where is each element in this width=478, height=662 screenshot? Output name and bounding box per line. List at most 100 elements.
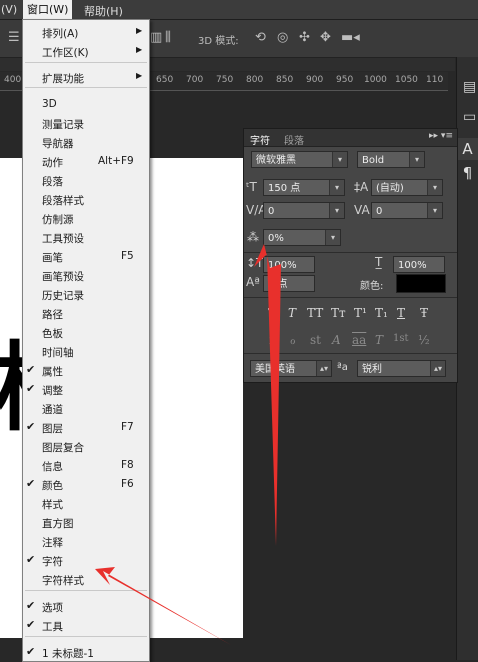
menu-item[interactable]: 仿制源 xyxy=(23,209,149,228)
menu-item[interactable]: 时间轴 xyxy=(23,342,149,361)
menu-item[interactable]: 画笔 F5 xyxy=(23,247,149,266)
menu-item[interactable]: ✔ 工具 xyxy=(23,616,149,635)
chevron-down-icon: ▾ xyxy=(325,230,340,245)
vertical-scale-field[interactable]: 100% xyxy=(263,256,315,273)
history-dock-icon[interactable]: ▭ xyxy=(463,109,476,125)
submenu-arrow-icon: ▶ xyxy=(136,45,143,54)
kerning-field[interactable]: 0 ▾ xyxy=(263,202,345,219)
menu-item[interactable]: 画笔预设 xyxy=(23,266,149,285)
color-swatch[interactable] xyxy=(396,274,446,293)
menu-item[interactable]: ✔ 图层 F7 xyxy=(23,418,149,437)
menu-bar: (V) 窗口(W) 帮助(H) xyxy=(0,0,478,20)
superscript-button[interactable]: T¹ xyxy=(354,306,367,320)
menu-separator xyxy=(25,590,147,591)
menu-item[interactable]: 历史记录 xyxy=(23,285,149,304)
tab-paragraph[interactable]: 段落 xyxy=(284,132,304,147)
menu-item[interactable]: 路径 xyxy=(23,304,149,323)
menu-item[interactable]: 信息 F8 xyxy=(23,456,149,475)
submenu-arrow-icon: ▶ xyxy=(136,71,143,80)
3d-slide-icon[interactable]: ✥ xyxy=(320,30,331,45)
small-caps-button[interactable]: Tт xyxy=(331,306,346,320)
menu-item[interactable]: 动作 Alt+F9 xyxy=(23,152,149,171)
menu-item[interactable]: 工作区(K) ▶ xyxy=(23,42,149,61)
faux-bold-button[interactable]: T xyxy=(268,306,276,320)
ligature-button[interactable]: fi xyxy=(269,333,277,347)
titling-alternates-button[interactable]: T xyxy=(375,333,383,347)
menu-item-shortcut: F6 xyxy=(121,478,134,490)
menu-item[interactable]: 样式 xyxy=(23,494,149,513)
divider xyxy=(244,353,457,354)
fractions-button[interactable]: ½ xyxy=(418,333,430,347)
distribute-icon[interactable]: ⫼ xyxy=(165,30,171,45)
menu-item[interactable]: ✔ 属性 xyxy=(23,361,149,380)
menu-item[interactable]: 字符样式 xyxy=(23,570,149,589)
horizontal-scale-field[interactable]: 100% xyxy=(393,256,445,273)
strikethrough-button[interactable]: Ŧ xyxy=(420,306,428,320)
menu-item[interactable]: 图层复合 xyxy=(23,437,149,456)
align-icon[interactable]: ▥ xyxy=(150,30,162,45)
3d-roll-icon[interactable]: ◎ xyxy=(277,30,288,45)
menu-item-label: 字符样式 xyxy=(42,575,84,587)
subscript-button[interactable]: T₁ xyxy=(375,306,388,320)
stylistic-alternates-button[interactable]: aa xyxy=(352,333,366,347)
panel-menu-icon[interactable]: ▸▸ ▾≡ xyxy=(429,131,453,141)
menu-item[interactable]: ✔ 1 未标题-1 xyxy=(23,643,149,662)
language-select[interactable]: 美国英语 ▴▾ xyxy=(250,360,332,377)
swash-button[interactable]: A xyxy=(332,333,341,347)
menu-item[interactable]: 直方图 xyxy=(23,513,149,532)
menu-item[interactable]: 测量记录 xyxy=(23,114,149,133)
menu-item[interactable]: 通道 xyxy=(23,399,149,418)
paragraph-dock-icon[interactable]: ¶ xyxy=(457,162,478,184)
menu-item[interactable]: 3D xyxy=(23,95,149,114)
tracking-field[interactable]: 0 ▾ xyxy=(371,202,443,219)
underline-button[interactable]: T xyxy=(397,306,405,320)
tsume-field[interactable]: 0% ▾ xyxy=(263,229,341,246)
ordinals-button[interactable]: 1st xyxy=(393,333,409,344)
menu-item[interactable]: 导航器 xyxy=(23,133,149,152)
menu-item[interactable]: ✔ 字符 xyxy=(23,551,149,570)
3d-scale-icon[interactable]: ▬◂ xyxy=(341,30,360,45)
layers-dock-icon[interactable]: ▤ xyxy=(463,79,476,95)
font-style-select[interactable]: Bold ▾ xyxy=(357,151,425,168)
ruler-tick: 700 xyxy=(186,75,204,85)
discretionary-ligature-button[interactable]: st xyxy=(310,333,321,347)
antialias-select[interactable]: 锐利 ▴▾ xyxy=(357,360,446,377)
divider xyxy=(244,297,457,298)
checkmark-icon: ✔ xyxy=(26,599,36,612)
ruler-tick: 900 xyxy=(306,75,324,85)
menu-item[interactable]: 排列(A) ▶ xyxy=(23,23,149,42)
menu-item[interactable]: 段落样式 xyxy=(23,190,149,209)
menu-item[interactable]: ✔ 选项 xyxy=(23,597,149,616)
3d-pan-icon[interactable]: ✣ xyxy=(299,30,310,45)
menu-item[interactable]: 注释 xyxy=(23,532,149,551)
leading-field[interactable]: (自动) ▾ xyxy=(371,179,443,196)
menu-item[interactable]: 扩展功能 ▶ xyxy=(23,68,149,87)
chevron-down-icon: ▾ xyxy=(409,152,424,167)
menu-view-cut[interactable]: (V) xyxy=(1,3,17,16)
font-family-value: 微软雅黑 xyxy=(256,155,296,166)
tab-character[interactable]: 字符 xyxy=(250,132,270,147)
menu-item-label: 色板 xyxy=(42,328,63,340)
3d-rotate-icon[interactable]: ⟲ xyxy=(255,30,266,45)
tool-options-icon[interactable]: ☰ xyxy=(8,30,20,45)
leading-value: (自动) xyxy=(376,183,404,194)
tsume-icon: ⁂ xyxy=(247,230,259,244)
faux-italic-button[interactable]: T xyxy=(288,306,296,320)
menu-window[interactable]: 窗口(W) xyxy=(23,0,73,19)
horizontal-scale-icon: T̲ xyxy=(375,255,383,269)
menu-item[interactable]: ✔ 调整 xyxy=(23,380,149,399)
old-style-button[interactable]: ℴ xyxy=(290,333,296,347)
menu-item[interactable]: 段落 xyxy=(23,171,149,190)
menu-item[interactable]: 工具预设 xyxy=(23,228,149,247)
menu-item-label: 属性 xyxy=(42,366,63,378)
submenu-arrow-icon: ▶ xyxy=(136,26,143,35)
character-dock-icon[interactable]: A xyxy=(457,138,478,160)
checkmark-icon: ✔ xyxy=(26,420,36,433)
menu-help[interactable]: 帮助(H) xyxy=(84,3,123,19)
font-size-field[interactable]: 150 点 ▾ xyxy=(263,179,345,196)
all-caps-button[interactable]: TT xyxy=(307,306,323,320)
font-family-select[interactable]: 微软雅黑 ▾ xyxy=(251,151,348,168)
menu-item[interactable]: 色板 xyxy=(23,323,149,342)
menu-item[interactable]: ✔ 颜色 F6 xyxy=(23,475,149,494)
baseline-shift-field[interactable]: 0 点 xyxy=(263,275,315,292)
